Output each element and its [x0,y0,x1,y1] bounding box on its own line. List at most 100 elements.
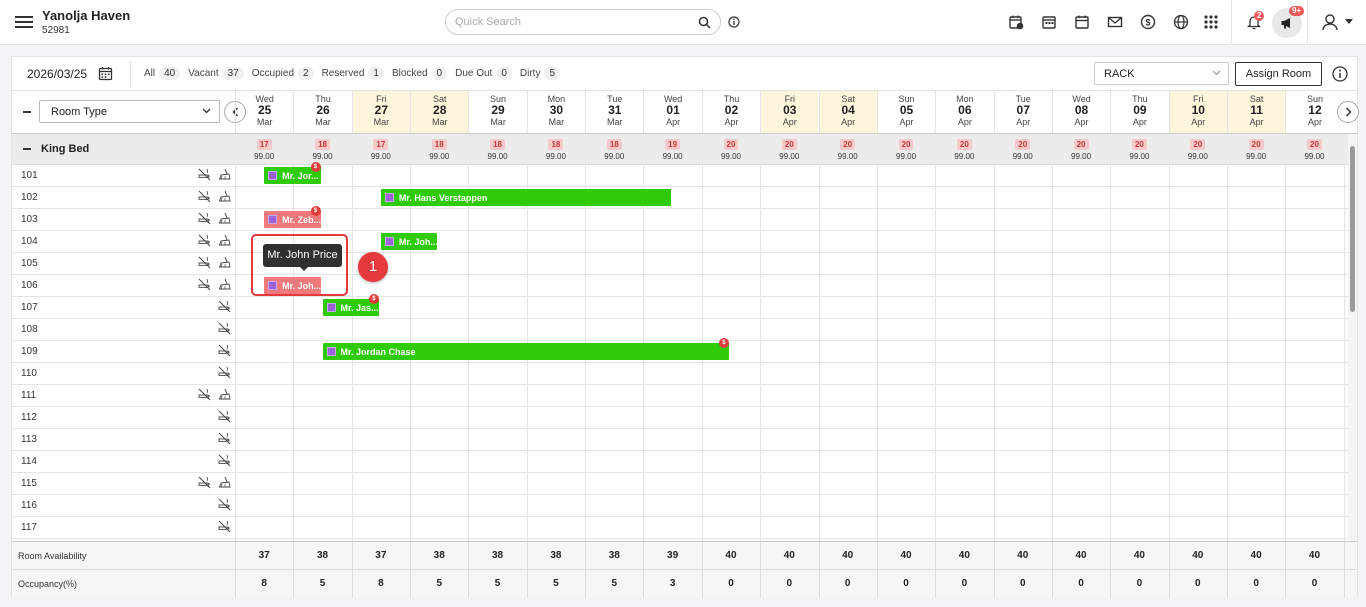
date-column-header[interactable]: Thu 26 Mar [293,91,351,133]
group-rate-cell[interactable]: 20 99.00 [1110,138,1168,161]
reservation-bar[interactable]: Mr. Joh... [380,233,438,250]
reservation-bar[interactable]: Mr. Jor... $ [264,162,321,184]
filter-due-out[interactable]: Due Out 0 [455,67,512,80]
filter-blocked[interactable]: Blocked 0 [392,67,448,80]
info-icon[interactable] [1332,66,1348,82]
group-rate-cell[interactable]: 18 99.00 [410,138,468,161]
date-column-header[interactable]: Wed 25 Mar [235,91,293,133]
group-rate-cell[interactable]: 18 99.00 [293,138,351,161]
room-row[interactable]: 114 [12,451,1348,473]
group-rate-cell[interactable]: 20 99.00 [1227,138,1285,161]
footer-column-line [760,542,762,598]
month-label: Mar [490,117,506,127]
date-column-header[interactable]: Sun 12 Apr [1285,91,1343,133]
vertical-scrollbar[interactable] [1348,134,1357,541]
room-row[interactable]: 101 [12,165,1348,187]
date-column-header[interactable]: Wed 08 Apr [1051,91,1110,133]
group-rate-cell[interactable]: 20 99.00 [1285,138,1343,161]
date-column-header[interactable]: Sun 29 Mar [468,91,526,133]
group-rate-cell[interactable]: 20 99.00 [702,138,760,161]
room-row[interactable]: 103 [12,209,1348,231]
housekeeping-glyph [218,168,231,180]
room-row[interactable]: 102 [12,187,1348,209]
availability-value: 40 [1133,550,1145,561]
apps-grid-icon[interactable] [1202,13,1220,31]
group-rate-cell[interactable]: 20 99.00 [1052,138,1110,161]
collapse-group-icon[interactable] [23,148,31,150]
date-column-header[interactable]: Thu 09 Apr [1110,91,1168,133]
user-avatar-icon[interactable] [1319,13,1341,31]
chevron-down-icon[interactable] [1345,19,1353,25]
next-dates-button[interactable] [1337,101,1359,123]
filter-vacant[interactable]: Vacant 37 [188,67,244,80]
group-rate-cell[interactable]: 18 99.00 [585,138,643,161]
room-row[interactable]: 115 [12,473,1348,495]
scrollbar-thumb[interactable] [1350,146,1355,312]
group-rate-cell[interactable]: 20 99.00 [877,138,935,161]
schedule-icon[interactable] [1040,13,1058,31]
filter-all[interactable]: All 40 [144,67,181,80]
room-row[interactable]: 106 [12,275,1348,297]
dollar-icon[interactable]: $ [1139,13,1157,31]
date-column-header[interactable]: Sat 28 Mar [410,91,469,133]
room-row[interactable]: 105 [12,253,1348,275]
status-filters: All 40 Vacant 37 Occupied 2 Reserved 1 Blocked 0 D… [144,67,568,80]
date-column-header[interactable]: Sun 05 Apr [876,91,935,133]
date-column-header[interactable]: Sat 11 Apr [1226,91,1286,133]
menu-icon[interactable] [15,13,33,31]
filter-dirty[interactable]: Dirty 5 [520,67,561,80]
rate-plan-select[interactable]: RACK [1094,62,1229,85]
room-type-select[interactable]: Room Type [39,100,220,123]
collapse-all-icon[interactable] [23,111,31,113]
group-rate-cell[interactable]: 20 99.00 [819,138,877,161]
room-row[interactable]: 112 [12,407,1348,429]
step-marker: 1 [358,252,388,282]
group-rate-cell[interactable]: 17 99.00 [352,138,410,161]
search-icon[interactable] [698,16,711,29]
filter-reserved[interactable]: Reserved 1 [322,67,384,80]
rate-price: 99.00 [604,152,625,161]
info-icon[interactable] [728,16,740,28]
calendar-clock-icon[interactable] [1007,13,1025,31]
group-rate-cell[interactable]: 20 99.00 [935,138,993,161]
filter-occupied[interactable]: Occupied 2 [252,67,314,80]
group-rate-cell[interactable]: 17 99.00 [235,138,293,161]
search-input[interactable] [455,14,685,30]
calendar-icon[interactable] [98,66,113,81]
group-rate-cell[interactable]: 19 99.00 [643,138,701,161]
date-column-header[interactable]: Wed 01 Apr [643,91,701,133]
mail-icon[interactable] [1106,13,1124,31]
group-rate-cell[interactable]: 18 99.00 [468,138,526,161]
group-rate-cell[interactable]: 20 99.00 [994,138,1052,161]
room-row[interactable]: 110 [12,363,1348,385]
footer-column-line [235,542,236,598]
date-column-header[interactable]: Tue 31 Mar [585,91,643,133]
group-rate-cell[interactable]: 18 99.00 [527,138,585,161]
date-column-header[interactable]: Mon 06 Apr [935,91,993,133]
date-column-header[interactable]: Fri 27 Mar [351,91,411,133]
date-column-header[interactable]: Thu 02 Apr [701,91,760,133]
date-column-header[interactable]: Fri 03 Apr [760,91,819,133]
group-rate-cell[interactable]: 20 99.00 [760,138,818,161]
room-row[interactable]: 108 [12,319,1348,341]
reservation-bar[interactable]: Mr. Jordan Chase $ [322,338,729,360]
reservation-bar[interactable]: Mr. Jas... $ [322,294,379,316]
reservation-bar[interactable]: Mr. Hans Verstappen [380,189,671,206]
room-row[interactable]: 104 [12,231,1348,253]
room-row[interactable]: 113 [12,429,1348,451]
room-row[interactable]: 117 [12,517,1348,539]
globe-icon[interactable] [1172,13,1190,31]
date-column-header[interactable]: Fri 10 Apr [1168,91,1227,133]
date-column-header[interactable]: Tue 07 Apr [993,91,1052,133]
room-type-group-row[interactable]: King Bed 17 99.00 18 99.00 17 99.00 18 99.00 18 9… [12,134,1348,165]
reservation-bar[interactable]: Mr. Zeb... $ [264,206,321,228]
assign-room-button[interactable]: Assign Room [1235,62,1322,86]
calendar-icon[interactable] [1073,13,1091,31]
group-rate-cell[interactable]: 20 99.00 [1169,138,1227,161]
room-row[interactable]: 111 [12,385,1348,407]
current-date[interactable]: 2026/03/25 [27,67,87,81]
date-column-header[interactable]: Mon 30 Mar [526,91,585,133]
date-column-header[interactable]: Sat 04 Apr [818,91,877,133]
room-row[interactable]: 107 [12,297,1348,319]
room-row[interactable]: 116 [12,495,1348,517]
